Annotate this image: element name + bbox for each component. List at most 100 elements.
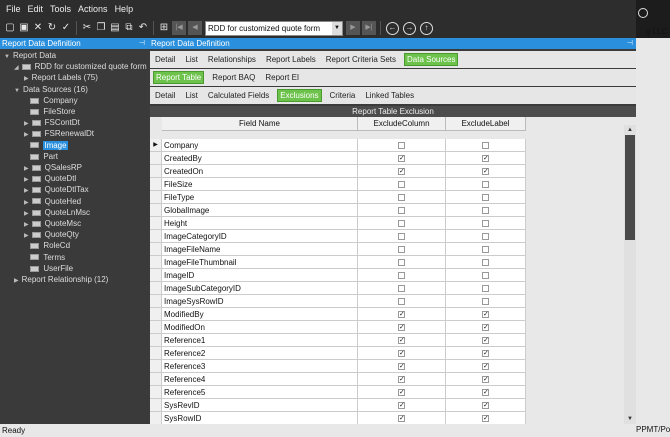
tab-report-baq[interactable]: Report BAQ xyxy=(210,72,257,83)
table-row[interactable]: Reference4 ✓ ✓ xyxy=(150,373,526,386)
tree-node[interactable]: ▼ Report Data xyxy=(4,51,56,61)
row-selector[interactable] xyxy=(150,399,162,412)
exclude-label-checkbox[interactable] xyxy=(482,259,489,266)
table-row[interactable]: ImageSysRowID xyxy=(150,295,526,308)
exclude-label-checkbox[interactable]: ✓ xyxy=(482,311,489,318)
tree-node[interactable]: Terms xyxy=(24,253,65,263)
table-row[interactable]: ModifiedBy ✓ ✓ xyxy=(150,308,526,321)
tab-list[interactable]: List xyxy=(183,54,199,65)
expand-toggle-icon[interactable]: ▶ xyxy=(14,278,19,284)
exclude-label-checkbox[interactable] xyxy=(482,220,489,227)
tree-node[interactable]: Part xyxy=(24,152,58,162)
field-name-cell[interactable]: Reference2 xyxy=(162,347,358,360)
row-selector[interactable] xyxy=(150,386,162,399)
expand-toggle-icon[interactable]: ▶ xyxy=(24,222,29,228)
exclude-label-checkbox[interactable]: ✓ xyxy=(482,155,489,162)
column-header-field-name[interactable]: Field Name xyxy=(162,117,358,131)
exclude-label-checkbox[interactable]: ✓ xyxy=(482,376,489,383)
row-selector[interactable] xyxy=(150,204,162,217)
exclude-column-checkbox[interactable]: ✓ xyxy=(398,324,405,331)
exclude-label-checkbox[interactable]: ✓ xyxy=(482,337,489,344)
field-name-cell[interactable]: ImageSysRowID xyxy=(162,295,358,308)
field-name-cell[interactable]: ImageCategoryID xyxy=(162,230,358,243)
exclude-label-checkbox[interactable]: ✓ xyxy=(482,389,489,396)
exclude-column-checkbox[interactable] xyxy=(398,246,405,253)
row-selector[interactable] xyxy=(150,360,162,373)
expand-toggle-icon[interactable]: ▶ xyxy=(24,76,29,82)
tree-node[interactable]: RoleCd xyxy=(24,241,70,251)
field-name-cell[interactable]: CreatedOn xyxy=(162,165,358,178)
forward-icon[interactable]: → xyxy=(403,21,416,35)
exclude-label-checkbox[interactable]: ✓ xyxy=(482,350,489,357)
row-selector[interactable] xyxy=(150,191,162,204)
exclude-label-checkbox[interactable] xyxy=(482,298,489,305)
exclude-label-checkbox[interactable] xyxy=(482,272,489,279)
table-row[interactable]: ModifiedOn ✓ ✓ xyxy=(150,321,526,334)
table-row[interactable]: Reference2 ✓ ✓ xyxy=(150,347,526,360)
row-selector[interactable] xyxy=(150,269,162,282)
table-row[interactable]: Height xyxy=(150,217,526,230)
tab-detail[interactable]: Detail xyxy=(153,54,177,65)
exclude-column-checkbox[interactable] xyxy=(398,142,405,149)
menu-item-help[interactable]: Help xyxy=(115,4,134,14)
table-row[interactable]: CreatedBy ✓ ✓ xyxy=(150,152,526,165)
field-name-cell[interactable]: Height xyxy=(162,217,358,230)
row-selector[interactable] xyxy=(150,373,162,386)
tree-node[interactable]: ▶ Report Relationship (12) xyxy=(14,275,108,285)
exclude-label-checkbox[interactable]: ✓ xyxy=(482,402,489,409)
row-selector[interactable] xyxy=(150,282,162,295)
field-name-cell[interactable]: Reference3 xyxy=(162,360,358,373)
table-row[interactable]: ImageID xyxy=(150,269,526,282)
tree-node[interactable]: ▶ Report Labels (75) xyxy=(24,73,98,83)
scrollbar-thumb[interactable] xyxy=(625,135,635,240)
exclude-label-checkbox[interactable] xyxy=(482,233,489,240)
field-name-cell[interactable]: FileType xyxy=(162,191,358,204)
exclude-column-checkbox[interactable] xyxy=(398,272,405,279)
column-header-exclude-column[interactable]: ExcludeColumn xyxy=(358,117,446,131)
tab-calculated-fields[interactable]: Calculated Fields xyxy=(206,90,271,101)
row-selector[interactable] xyxy=(150,243,162,256)
expand-toggle-icon[interactable]: ▼ xyxy=(4,54,10,60)
pin-icon[interactable]: ⊣ xyxy=(139,38,145,49)
copy-icon[interactable]: ❐ xyxy=(94,20,108,36)
row-selector[interactable] xyxy=(150,178,162,191)
table-row[interactable]: SysRevID ✓ ✓ xyxy=(150,399,526,412)
exclude-column-checkbox[interactable]: ✓ xyxy=(398,155,405,162)
exclude-label-checkbox[interactable] xyxy=(482,207,489,214)
tree-node[interactable]: ▶ QuoteMsc xyxy=(24,219,81,229)
expand-toggle-icon[interactable]: ▶ xyxy=(24,211,29,217)
menu-item-edit[interactable]: Edit xyxy=(28,4,44,14)
exclude-column-checkbox[interactable]: ✓ xyxy=(398,415,405,422)
tree-node[interactable]: UserFile xyxy=(24,264,73,274)
exclude-label-checkbox[interactable] xyxy=(482,142,489,149)
field-name-cell[interactable]: SysRevID xyxy=(162,399,358,412)
exclude-label-checkbox[interactable] xyxy=(482,194,489,201)
exclude-label-checkbox[interactable]: ✓ xyxy=(482,363,489,370)
field-name-cell[interactable]: ImageFileThumbnail xyxy=(162,256,358,269)
exclude-label-checkbox[interactable]: ✓ xyxy=(482,324,489,331)
expand-toggle-icon[interactable]: ▶ xyxy=(24,121,29,127)
expand-toggle-icon[interactable]: ▶ xyxy=(24,188,29,194)
exclude-column-checkbox[interactable]: ✓ xyxy=(398,389,405,396)
row-selector[interactable]: ▶ xyxy=(150,139,162,152)
field-name-cell[interactable]: Company xyxy=(162,139,358,152)
clear-icon[interactable]: ✓ xyxy=(59,20,73,36)
tab-data-sources[interactable]: Data Sources xyxy=(404,53,459,66)
table-row[interactable]: Reference3 ✓ ✓ xyxy=(150,360,526,373)
undo-icon[interactable]: ↶ xyxy=(136,20,150,36)
field-name-cell[interactable]: GlobalImage xyxy=(162,204,358,217)
exclude-label-checkbox[interactable] xyxy=(482,181,489,188)
tab-exclusions[interactable]: Exclusions xyxy=(277,89,322,102)
field-name-cell[interactable]: ModifiedBy xyxy=(162,308,358,321)
field-name-cell[interactable]: ModifiedOn xyxy=(162,321,358,334)
exclude-column-checkbox[interactable]: ✓ xyxy=(398,402,405,409)
expand-toggle-icon[interactable]: ▶ xyxy=(24,200,29,206)
table-row[interactable]: Reference5 ✓ ✓ xyxy=(150,386,526,399)
row-selector[interactable] xyxy=(150,256,162,269)
field-name-cell[interactable]: ImageFileName xyxy=(162,243,358,256)
tree-node[interactable]: ▶ QSalesRP xyxy=(24,163,82,173)
exclude-column-checkbox[interactable]: ✓ xyxy=(398,168,405,175)
table-row[interactable]: GlobalImage xyxy=(150,204,526,217)
expand-toggle-icon[interactable]: ▶ xyxy=(24,233,29,239)
paste-icon[interactable]: ▤ xyxy=(108,20,122,36)
